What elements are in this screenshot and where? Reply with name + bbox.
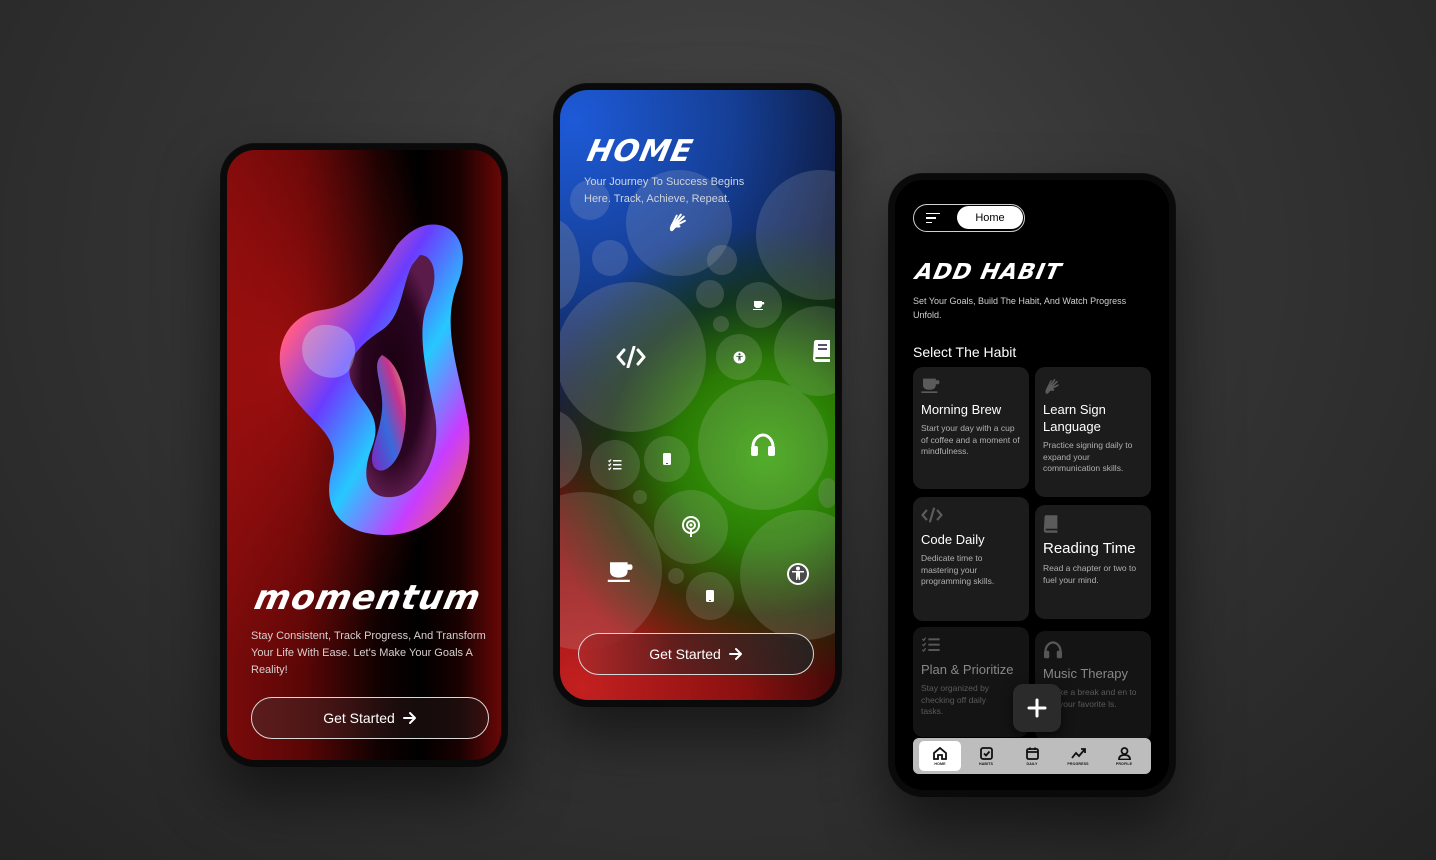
top-nav: Home — [913, 204, 1025, 232]
coffee-icon — [607, 562, 633, 582]
bubble-sign-language[interactable] — [626, 170, 732, 276]
code-icon — [616, 346, 646, 368]
habit-card-code-daily[interactable]: Code Daily Dedicate time to mastering yo… — [913, 497, 1029, 621]
home-tab[interactable]: Home — [957, 206, 1023, 229]
card-title: Reading Time — [1043, 540, 1136, 557]
card-desc: Start your day with a cup of coffee and … — [921, 423, 1020, 456]
app-tagline: Stay Consistent, Track Progress, And Tra… — [251, 630, 486, 676]
bubble-podcast[interactable] — [654, 490, 728, 564]
add-habit-phone: Home ADD HABIT Set Your Goals, Build The… — [889, 174, 1175, 796]
get-started-label: Get Started — [323, 710, 395, 726]
calendar-icon — [1025, 747, 1039, 760]
bubble-coffee[interactable] — [560, 492, 662, 650]
card-title: Plan & Prioritize — [921, 662, 1014, 677]
habit-card-plan-prioritize[interactable]: Plan & Prioritize Stay organized by chec… — [913, 627, 1029, 737]
nav-home[interactable]: HOME — [919, 741, 961, 771]
sign-language-icon — [1043, 377, 1065, 395]
book-icon — [1043, 515, 1065, 533]
bubble-decor — [668, 568, 684, 584]
add-habit-screen: Home ADD HABIT Set Your Goals, Build The… — [895, 180, 1169, 790]
onboarding-screen: momentum Stay Consistent, Track Progress… — [227, 150, 501, 760]
add-habit-button[interactable] — [1013, 684, 1061, 732]
nav-profile[interactable]: PROFILE — [1103, 741, 1145, 771]
bubble-decor — [570, 180, 610, 220]
habits-icon — [979, 746, 993, 760]
home-icon — [933, 746, 947, 760]
card-title: Music Therapy — [1043, 666, 1129, 681]
accessibility-icon — [787, 563, 809, 585]
list-icon — [608, 459, 622, 471]
get-started-button[interactable]: Get Started — [578, 633, 814, 675]
bubble-decor — [818, 478, 835, 508]
code-icon — [921, 507, 943, 525]
headphones-icon — [751, 433, 775, 456]
card-desc: Read a chapter or two to fuel your mind. — [1043, 563, 1137, 585]
nav-progress[interactable]: PROGRESS — [1057, 741, 1099, 771]
card-desc: Stay organized by checking off daily tas… — [921, 683, 990, 716]
bubble-coffee-small[interactable] — [736, 282, 782, 328]
habit-card-reading-time[interactable]: Reading Time Read a chapter or two to fu… — [1035, 505, 1151, 619]
bubble-decor — [560, 220, 580, 310]
bottom-nav: HOME HABITS DAILY PROGRESS PROFILE — [913, 738, 1151, 774]
section-title: Select The Habit — [913, 344, 1017, 360]
bubble-phone[interactable] — [644, 436, 690, 482]
home-phone: HOME Your Journey To Success Begins Here… — [554, 84, 841, 706]
card-title: Morning Brew — [921, 402, 1002, 417]
coffee-icon — [753, 301, 765, 310]
menu-icon[interactable] — [914, 205, 950, 231]
page-title: HOME — [584, 134, 697, 169]
nav-daily[interactable]: DAILY — [1011, 741, 1053, 771]
phone-icon — [663, 453, 671, 465]
card-title: Learn Sign Language — [1043, 402, 1106, 434]
page-subtitle: Set Your Goals, Build The Habit, And Wat… — [913, 296, 1127, 320]
app-title: momentum — [251, 578, 485, 618]
bubble-headphones[interactable] — [698, 380, 828, 510]
nav-label: DAILY — [1026, 761, 1038, 766]
get-started-label: Get Started — [649, 646, 721, 662]
arrow-right-icon — [728, 648, 742, 660]
home-screen: HOME Your Journey To Success Begins Here… — [560, 90, 835, 700]
get-started-button[interactable]: Get Started — [251, 697, 489, 739]
hero-3d-shape — [252, 215, 492, 555]
bubble-code[interactable] — [560, 282, 706, 432]
nav-label: HOME — [934, 761, 946, 766]
podcast-icon — [682, 516, 700, 537]
card-title: Code Daily — [921, 532, 985, 547]
bubble-accessibility[interactable] — [740, 510, 835, 640]
bubble-list[interactable] — [590, 440, 640, 490]
nav-label: HABITS — [979, 761, 993, 766]
bubble-accessibility-small[interactable] — [716, 334, 762, 380]
sign-language-icon — [669, 213, 686, 232]
checklist-icon — [921, 637, 943, 655]
page-title: ADD HABIT — [913, 260, 1064, 285]
nav-habits[interactable]: HABITS — [965, 741, 1007, 771]
bubble-decor — [713, 316, 729, 332]
plus-icon — [1027, 698, 1047, 718]
bubble-decor — [592, 240, 628, 276]
accessibility-icon — [733, 351, 745, 363]
headphones-icon — [1043, 641, 1065, 659]
coffee-icon — [921, 377, 943, 395]
profile-icon — [1117, 746, 1131, 760]
phone-icon — [706, 590, 714, 602]
nav-label: PROFILE — [1115, 761, 1133, 766]
book-icon — [813, 340, 830, 362]
card-desc: Practice signing daily to expand your co… — [1043, 440, 1133, 473]
arrow-right-icon — [402, 712, 416, 724]
bubble-decor — [560, 410, 582, 490]
bubble-decor — [633, 490, 647, 504]
bubble-phone-2[interactable] — [686, 572, 734, 620]
habit-card-morning-brew[interactable]: Morning Brew Start your day with a cup o… — [913, 367, 1029, 489]
bubble-decor — [696, 280, 724, 308]
progress-icon — [1070, 747, 1086, 759]
onboarding-phone: momentum Stay Consistent, Track Progress… — [221, 144, 507, 766]
nav-label: PROGRESS — [1067, 761, 1089, 766]
card-desc: Dedicate time to mastering your programm… — [921, 553, 995, 586]
habit-card-learn-sign-language[interactable]: Learn Sign Language Practice signing dai… — [1035, 367, 1151, 497]
